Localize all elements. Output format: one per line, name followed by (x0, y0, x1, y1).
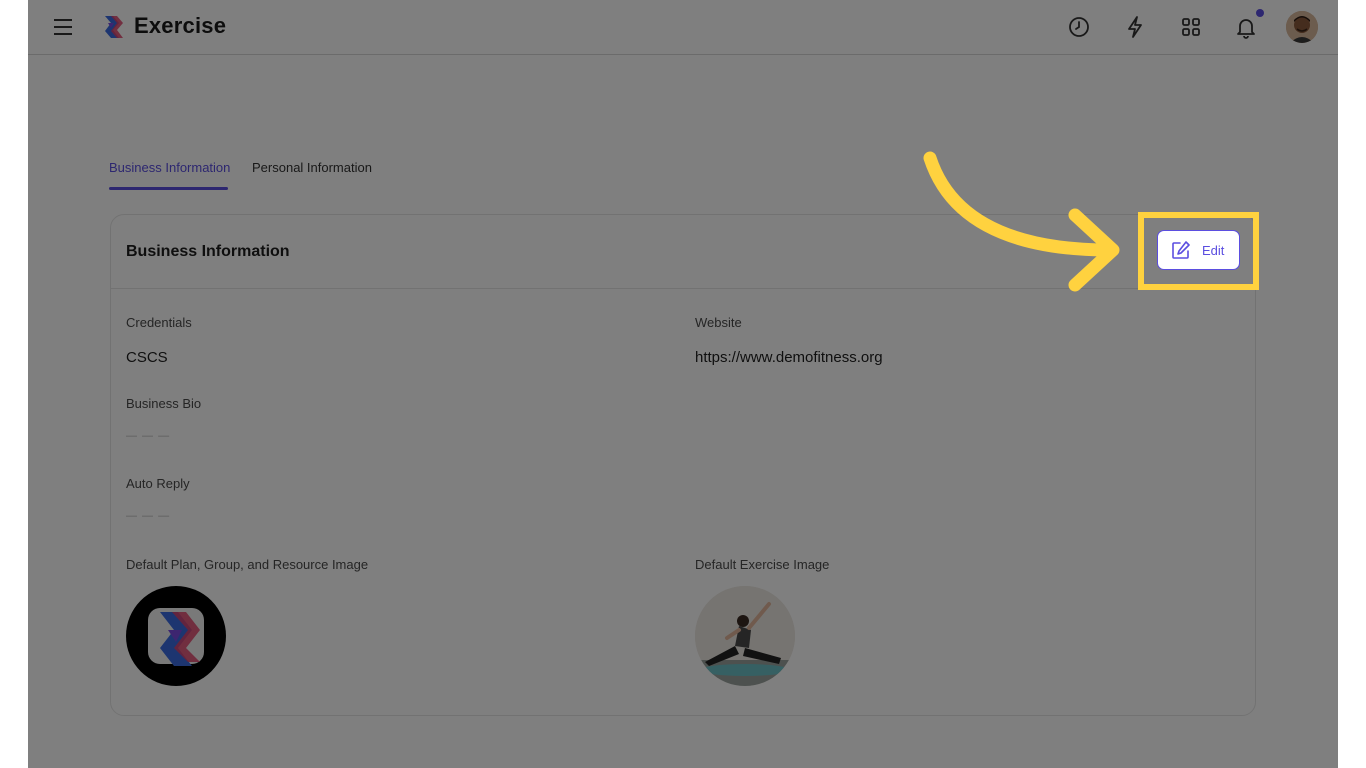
credentials-label: Credentials (126, 315, 192, 330)
top-bar: Exercise (28, 0, 1338, 55)
bell-icon[interactable] (1233, 14, 1259, 40)
website-value: https://www.demofitness.org (695, 349, 883, 366)
tutorial-arrow-icon (923, 151, 1120, 292)
credentials-value: CSCS (126, 349, 168, 366)
default-exercise-image-label: Default Exercise Image (695, 557, 830, 572)
notification-dot (1256, 9, 1264, 17)
auto-reply-label: Auto Reply (126, 476, 190, 491)
tab-business-information[interactable]: Business Information (109, 160, 230, 175)
tutorial-highlight-box (1138, 212, 1259, 290)
menu-icon[interactable] (52, 16, 76, 38)
lightning-icon[interactable] (1122, 14, 1148, 40)
tab-personal-information[interactable]: Personal Information (252, 160, 372, 175)
app-window: Exercise Business Information Personal I… (28, 0, 1338, 768)
app-logo (105, 16, 123, 38)
business-bio-value: — — — (126, 430, 171, 442)
avatar[interactable] (1286, 11, 1318, 43)
default-plan-image (126, 586, 226, 686)
auto-reply-value: — — — (126, 510, 171, 522)
card-title: Business Information (126, 243, 290, 260)
active-tab-indicator (109, 187, 228, 190)
business-bio-label: Business Bio (126, 396, 202, 411)
default-exercise-image (695, 586, 795, 686)
clock-icon[interactable] (1066, 14, 1092, 40)
app-title: Exercise (134, 13, 227, 38)
website-label: Website (695, 315, 742, 330)
default-plan-image-label: Default Plan, Group, and Resource Image (126, 557, 369, 572)
grid-icon[interactable] (1178, 14, 1204, 40)
